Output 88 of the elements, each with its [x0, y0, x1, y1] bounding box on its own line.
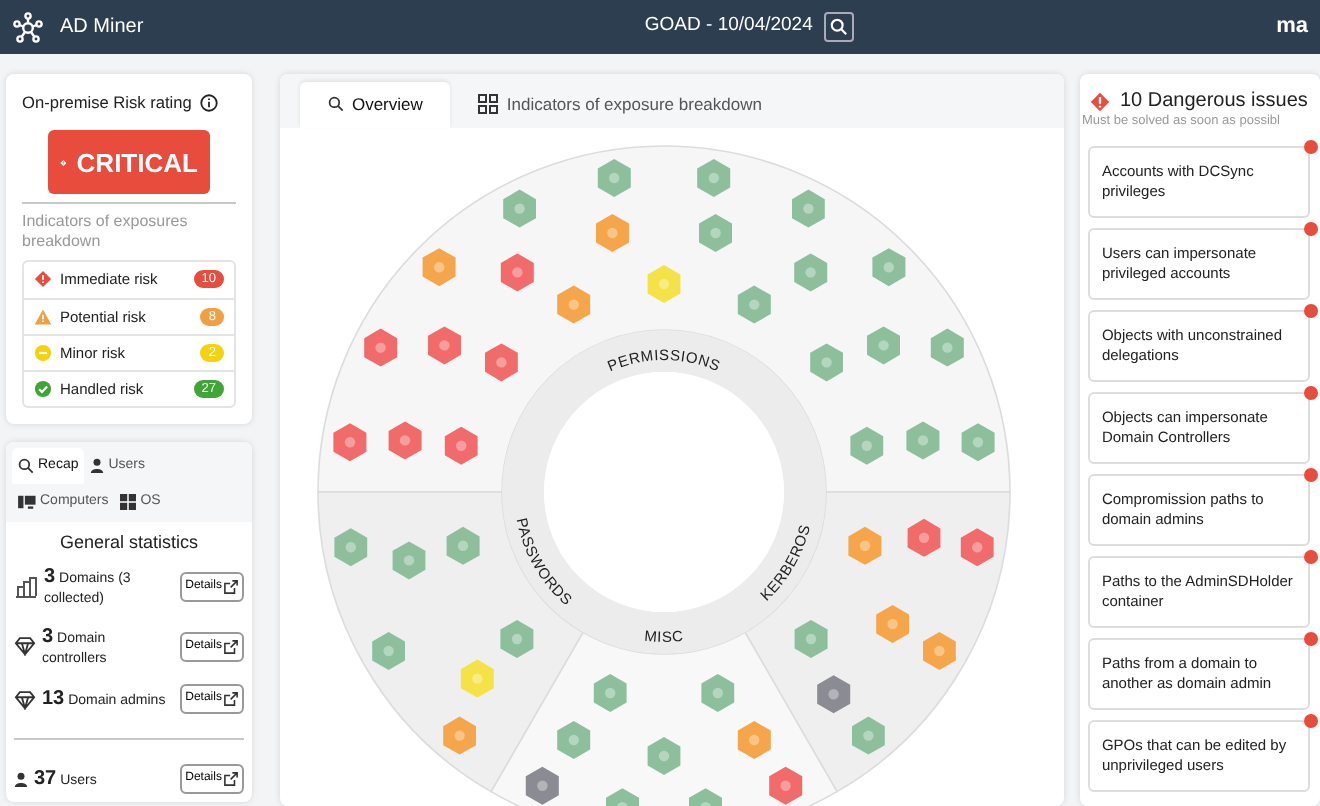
search-button[interactable]: [824, 12, 855, 42]
search-icon: [18, 457, 34, 474]
indicator-hexagon[interactable]: [364, 328, 398, 367]
external-link-icon: [223, 579, 238, 594]
indicator-hexagon[interactable]: [688, 787, 722, 806]
indicator-hexagon[interactable]: [427, 325, 461, 364]
indicator-hexagon[interactable]: [851, 716, 885, 755]
partner-logo: ma: [1276, 12, 1308, 43]
report-title: GOAD - 10/04/2024: [644, 12, 813, 41]
indicator-hexagon[interactable]: [597, 158, 631, 197]
indicator-hexagon[interactable]: [848, 526, 882, 565]
indicator-hexagon[interactable]: [791, 189, 825, 228]
card-title: 10 Dangerous issues: [1119, 88, 1308, 114]
diamond-icon: [14, 689, 36, 710]
indicator-hexagon[interactable]: [446, 526, 480, 565]
indicator-hexagon[interactable]: [557, 285, 591, 324]
indicator-hexagon[interactable]: [647, 736, 681, 775]
alert-dot: [1304, 631, 1318, 645]
indicator-hexagon[interactable]: [922, 631, 956, 670]
indicator-hexagon[interactable]: [557, 720, 591, 759]
tab[interactable]: Overview: [299, 82, 451, 128]
critical-rating-button[interactable]: CRITICAL: [47, 130, 210, 195]
indicator-hexagon[interactable]: [930, 328, 964, 367]
indicator-hexagon[interactable]: [866, 325, 900, 364]
indicator-hexagon[interactable]: [443, 716, 476, 755]
indicator-hexagon[interactable]: [500, 252, 534, 291]
network-logo-icon: [12, 11, 44, 43]
indicator-hexagon[interactable]: [595, 213, 629, 252]
alert-dot: [1304, 139, 1318, 153]
indicator-hexagon[interactable]: [422, 247, 456, 286]
computer-icon: [18, 494, 36, 511]
external-link-icon: [223, 639, 238, 654]
tab[interactable]: Indicators of exposure breakdown: [450, 82, 790, 128]
diamond-alert-icon: [1089, 91, 1110, 111]
indicator-hexagon[interactable]: [525, 766, 559, 805]
indicator-hexagon[interactable]: [850, 426, 884, 465]
alert-dot: [1304, 467, 1318, 481]
card-title: On-premise Risk rating: [22, 90, 192, 115]
user-icon: [90, 457, 105, 474]
alert-dot: [1304, 303, 1318, 317]
indicator-hexagon[interactable]: [334, 527, 368, 566]
alert-dot: [1304, 713, 1318, 727]
indicator-hexagon[interactable]: [698, 213, 732, 252]
external-link-icon: [223, 772, 238, 787]
indicator-hexagon[interactable]: [697, 158, 731, 197]
indicator-hexagon[interactable]: [392, 540, 426, 579]
indicator-hexagon[interactable]: [503, 189, 536, 228]
indicator-hexagon[interactable]: [500, 619, 534, 658]
indicator-hexagon[interactable]: [794, 619, 828, 658]
indicator-hexagon[interactable]: [960, 527, 994, 566]
indicator-hexagon[interactable]: [794, 252, 828, 291]
indicator-hexagon[interactable]: [605, 787, 639, 806]
user-icon: [14, 771, 28, 788]
search-icon: [830, 18, 849, 36]
check-circle-icon: [34, 379, 52, 398]
indicator-hexagon[interactable]: [372, 631, 405, 670]
building-icon: [14, 575, 38, 598]
grid-icon: [478, 94, 499, 115]
indicator-hexagon[interactable]: [444, 426, 478, 465]
diamond-alert-icon: [34, 270, 52, 289]
section-title: General statistics: [57, 529, 200, 556]
alert-dot: [1304, 385, 1318, 399]
windows-icon: [120, 494, 137, 511]
indicator-hexagon[interactable]: [737, 285, 771, 324]
indicator-hexagon[interactable]: [907, 518, 941, 557]
alert-dot: [1304, 549, 1318, 563]
app-title: AD Miner: [60, 14, 144, 42]
indicator-hexagon[interactable]: [769, 766, 803, 805]
indicator-hexagon[interactable]: [817, 674, 851, 713]
minus-circle-icon: [34, 343, 52, 362]
warning-icon: [34, 307, 52, 326]
indicator-hexagon[interactable]: [333, 422, 367, 461]
indicator-hexagon[interactable]: [906, 420, 940, 459]
indicator-hexagon[interactable]: [810, 342, 843, 381]
alert-dot: [1304, 221, 1318, 235]
breakdown-label: Indicators of exposures breakdown: [22, 212, 190, 252]
indicator-hexagon[interactable]: [737, 720, 771, 759]
diamond-icon: [14, 636, 36, 657]
search-icon: [327, 96, 344, 113]
indicator-hexagon[interactable]: [876, 604, 909, 643]
indicator-hexagon[interactable]: [701, 673, 735, 712]
indicator-hexagon[interactable]: [388, 420, 422, 459]
indicator-hexagon[interactable]: [872, 247, 906, 286]
info-icon[interactable]: [199, 93, 218, 112]
indicator-hexagon[interactable]: [593, 673, 627, 712]
indicator-hexagon[interactable]: [484, 342, 518, 381]
indicator-hexagon[interactable]: [961, 422, 995, 461]
external-link-icon: [223, 692, 238, 707]
